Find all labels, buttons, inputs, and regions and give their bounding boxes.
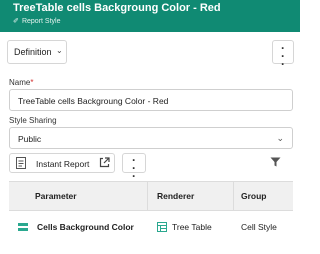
table-row[interactable]: Cells Background Color Tree Table Cell S… xyxy=(9,212,293,242)
instant-report-label: Instant Report xyxy=(36,159,90,169)
kebab-menu-icon: · · · xyxy=(281,41,285,71)
parameters-table: Parameter Renderer Group Cells Backgroun… xyxy=(9,181,293,241)
subtitle-text: Report Style xyxy=(21,18,61,25)
name-input[interactable]: TreeTable cells Backgroung Color - Red xyxy=(9,89,293,111)
column-header-parameter[interactable]: Parameter xyxy=(35,182,77,210)
filter-icon[interactable] xyxy=(270,157,281,167)
page-subtitle: ✐ Report Style xyxy=(13,17,60,25)
color-swatch-icon xyxy=(18,223,28,231)
kebab-menu-icon: · · · xyxy=(132,153,136,183)
name-label-text: Name xyxy=(9,78,31,87)
column-divider xyxy=(147,182,148,210)
report-icon xyxy=(16,157,26,169)
style-sharing-select[interactable]: Public ⌄ xyxy=(9,127,293,149)
pencil-icon: ✐ xyxy=(13,18,19,25)
chevron-down-icon: ⌄ xyxy=(56,46,63,55)
chevron-down-icon: ⌄ xyxy=(276,133,284,143)
column-divider xyxy=(233,182,234,210)
instant-report-more-button[interactable]: · · · xyxy=(122,153,146,182)
page-title: TreeTable cells Backgroung Color - Red xyxy=(13,2,221,14)
external-link-icon[interactable] xyxy=(99,157,110,168)
instant-report-button[interactable]: Instant Report xyxy=(9,153,115,173)
tree-table-icon xyxy=(157,222,167,232)
name-field-label: Name* xyxy=(9,78,33,87)
definition-dropdown-button[interactable]: Definition ⌄ xyxy=(7,40,67,64)
cell-parameter: Cells Background Color xyxy=(37,222,134,232)
cell-renderer: Tree Table xyxy=(172,222,212,232)
definition-label: Definition xyxy=(14,47,52,57)
report-style-header: TreeTable cells Backgroung Color - Red ✐… xyxy=(0,0,300,32)
required-marker: * xyxy=(30,78,34,87)
column-header-group[interactable]: Group xyxy=(241,182,267,210)
style-sharing-value: Public xyxy=(18,134,42,144)
more-options-button[interactable]: · · · xyxy=(272,40,294,70)
name-input-value: TreeTable cells Backgroung Color - Red xyxy=(18,96,169,106)
column-header-renderer[interactable]: Renderer xyxy=(157,182,194,210)
cell-group: Cell Style xyxy=(241,222,277,232)
table-header: Parameter Renderer Group xyxy=(9,181,293,211)
style-sharing-label: Style Sharing xyxy=(9,116,57,125)
